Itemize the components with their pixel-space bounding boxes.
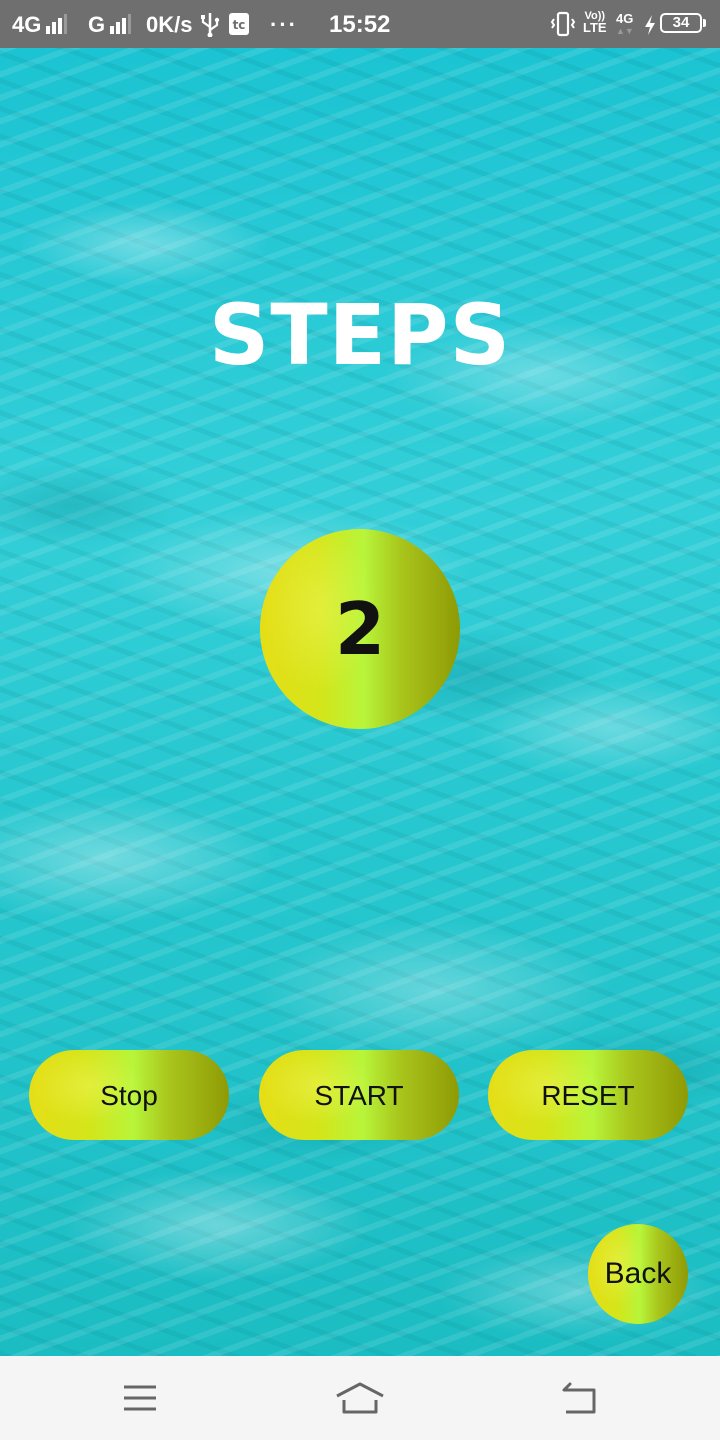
home-button[interactable] <box>330 1370 390 1426</box>
network-4g-label: 4G <box>12 12 42 37</box>
svg-text:tc: tc <box>233 18 246 32</box>
data-arrows-icon: ▲▼ <box>616 26 634 36</box>
network-speed: 0K/s <box>146 12 193 37</box>
stop-button[interactable]: Stop <box>29 1050 229 1140</box>
menu-icon <box>124 1385 156 1411</box>
network-g-indicator: G <box>88 0 132 48</box>
back-button[interactable]: Back <box>588 1224 688 1324</box>
start-button[interactable]: START <box>259 1050 459 1140</box>
more-notifications-indicator: ··· <box>270 12 298 37</box>
reset-button[interactable]: RESET <box>488 1050 688 1140</box>
network-g-label: G <box>88 12 106 37</box>
step-count-value: 2 <box>334 587 386 671</box>
signal-icon <box>110 14 132 34</box>
system-back-button[interactable] <box>550 1370 610 1426</box>
battery-icon: 34 <box>660 13 706 33</box>
notification-icon: tc <box>228 0 250 48</box>
status-bar: 4G G 0K/s tc ··· 15:52 Vo)) LTE 4G ▲▼ 34 <box>0 0 720 48</box>
navigation-bar <box>0 1356 720 1440</box>
volte-indicator: Vo)) LTE <box>583 10 607 34</box>
menu-button[interactable] <box>110 1370 170 1426</box>
network-4g-secondary: 4G ▲▼ <box>616 11 634 37</box>
phone-screen: 4G G 0K/s tc ··· 15:52 Vo)) LTE 4G ▲▼ 34… <box>0 0 720 1440</box>
step-counter-badge: 2 <box>260 529 460 729</box>
network-4g-secondary-label: 4G <box>616 11 634 26</box>
volte-bottom-label: LTE <box>583 20 607 35</box>
clock: 15:52 <box>329 11 391 38</box>
home-icon <box>336 1382 384 1414</box>
page-title: STEPS <box>208 286 512 384</box>
back-arrow-icon <box>562 1382 596 1414</box>
charging-icon <box>644 0 656 48</box>
vibrate-icon <box>550 0 576 48</box>
battery-level: 34 <box>672 14 690 31</box>
signal-icon <box>46 14 68 34</box>
usb-icon <box>200 0 220 48</box>
network-4g-indicator: 4G <box>12 0 68 48</box>
